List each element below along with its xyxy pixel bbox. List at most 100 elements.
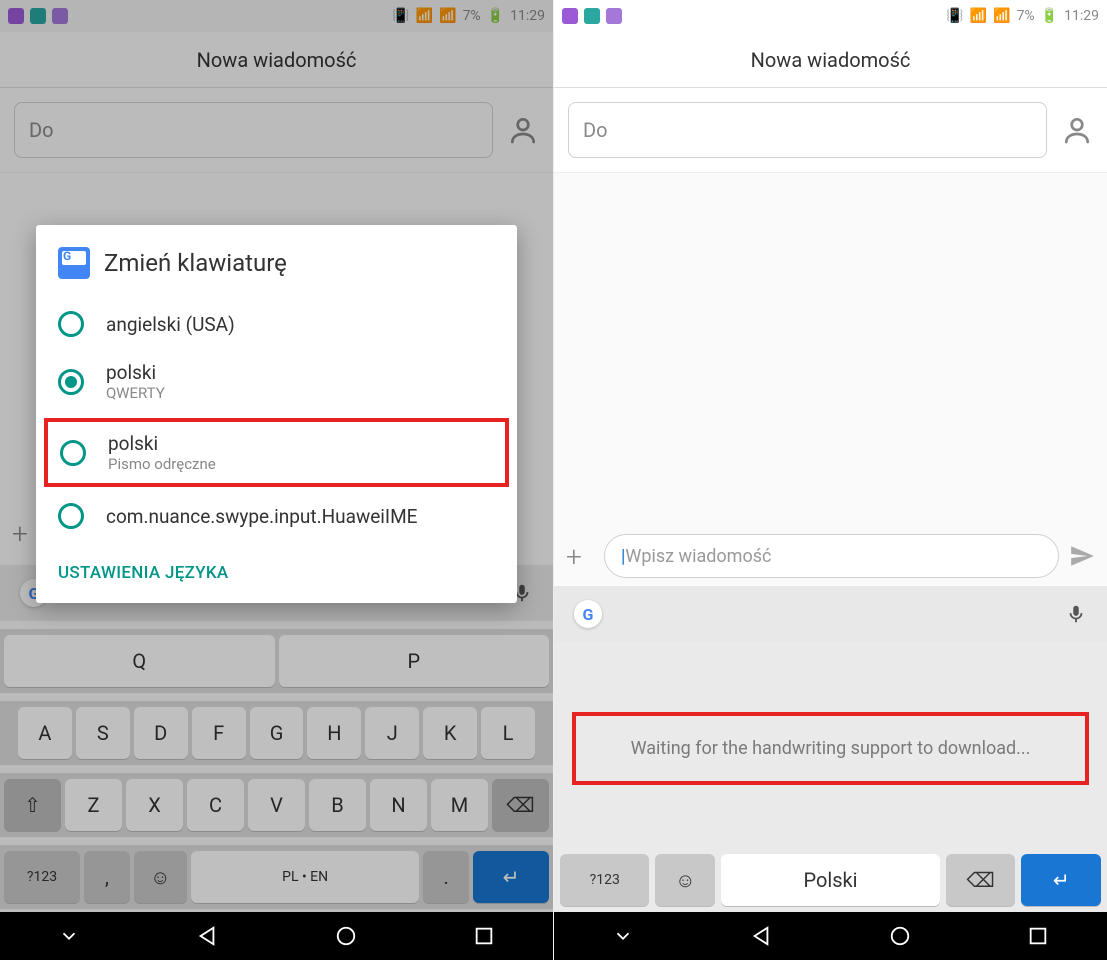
space-key[interactable]: PL • EN <box>191 851 419 903</box>
home-icon[interactable] <box>889 925 911 947</box>
wifi-icon: 📶 <box>970 8 987 24</box>
enter-key[interactable]: ↵ <box>473 851 549 903</box>
send-icon[interactable] <box>1069 543 1095 569</box>
home-icon[interactable] <box>335 925 357 947</box>
clock-text: 11:29 <box>1064 8 1099 24</box>
key[interactable]: V <box>248 779 305 831</box>
page-title: Nowa wiadomość <box>554 32 1107 88</box>
vibrate-icon: 📳 <box>392 8 409 24</box>
keyboard-row-3: ⇧ Z X C V B N M ⌫ <box>0 773 553 837</box>
emoji-key[interactable]: ☺ <box>134 851 187 903</box>
notif-icon <box>30 8 46 24</box>
to-input[interactable]: Do <box>14 102 493 158</box>
keyboard-row-1: Q P <box>0 629 553 693</box>
key[interactable]: X <box>126 779 183 831</box>
radio-icon <box>60 440 86 466</box>
comma-key[interactable]: , <box>84 851 130 903</box>
notif-icon <box>606 8 622 24</box>
battery-text: 7% <box>1017 8 1035 24</box>
key[interactable]: D <box>134 707 188 759</box>
contacts-icon[interactable] <box>1061 114 1093 146</box>
to-input[interactable]: Do <box>568 102 1047 158</box>
battery-text: 7% <box>463 8 481 24</box>
dialog-title: Zmień klawiaturę <box>104 249 287 277</box>
keyboard-option-highlighted[interactable]: polski Pismo odręczne <box>44 418 509 487</box>
keyboard-option[interactable]: angielski (USA) <box>36 299 517 349</box>
key[interactable]: P <box>279 635 550 687</box>
status-bar: 📳 📶 📶 7% 🔋 11:29 <box>0 0 553 32</box>
key[interactable]: L <box>481 707 535 759</box>
key[interactable]: Z <box>65 779 122 831</box>
attach-icon[interactable]: + <box>566 540 594 573</box>
language-key[interactable]: Polski <box>721 854 940 906</box>
symbols-key[interactable]: ?123 <box>4 851 80 903</box>
notif-icon <box>8 8 24 24</box>
key[interactable]: M <box>431 779 488 831</box>
battery-icon: 🔋 <box>487 8 504 24</box>
radio-icon-selected <box>58 369 84 395</box>
language-settings-link[interactable]: USTAWIENIA JĘZYKA <box>58 563 495 583</box>
back-icon[interactable] <box>196 925 218 947</box>
back-icon[interactable] <box>750 925 772 947</box>
keyboard-row-2: A S D F G H J K L <box>0 701 553 765</box>
message-input[interactable]: |Wpisz wiadomość <box>604 534 1059 578</box>
option-label: polski <box>108 432 216 455</box>
key[interactable]: C <box>187 779 244 831</box>
radio-icon <box>58 503 84 529</box>
google-icon[interactable]: G <box>574 600 602 628</box>
hide-keyboard-icon[interactable] <box>58 925 80 947</box>
left-screenshot: 📳 📶 📶 7% 🔋 11:29 Nowa wiadomość Do + G Q… <box>0 0 554 960</box>
keyboard-row-4: ?123 , ☺ PL • EN . ↵ <box>0 845 553 909</box>
clock-text: 11:29 <box>510 8 545 24</box>
to-row: Do <box>554 88 1107 173</box>
vibrate-icon: 📳 <box>946 8 963 24</box>
wifi-icon: 📶 <box>416 8 433 24</box>
hide-keyboard-icon[interactable] <box>612 925 634 947</box>
backspace-key[interactable]: ⌫ <box>946 854 1016 906</box>
recents-icon[interactable] <box>473 925 495 947</box>
key[interactable]: J <box>365 707 419 759</box>
key[interactable]: A <box>18 707 72 759</box>
key[interactable]: G <box>250 707 304 759</box>
keyboard-background: + G Q P A S D F G H J K L ⇧ Z X C V B N <box>0 565 553 909</box>
option-label: angielski (USA) <box>106 313 235 336</box>
nav-bar <box>0 912 553 960</box>
battery-icon: 🔋 <box>1041 8 1058 24</box>
symbols-key[interactable]: ?123 <box>560 854 649 906</box>
notif-icon <box>584 8 600 24</box>
option-label: com.nuance.swype.input.HuaweiIME <box>106 505 417 528</box>
shift-key[interactable]: ⇧ <box>4 779 61 831</box>
right-screenshot: 📳 📶 📶 7% 🔋 11:29 Nowa wiadomość Do + |Wp… <box>554 0 1107 960</box>
keyboard-option[interactable]: com.nuance.swype.input.HuaweiIME <box>36 491 517 541</box>
notif-icon <box>562 8 578 24</box>
keyboard-option[interactable]: polski QWERTY <box>36 349 517 414</box>
notif-icon <box>52 8 68 24</box>
backspace-key[interactable]: ⌫ <box>492 779 549 831</box>
gboard-icon: G <box>58 247 90 279</box>
option-label: polski <box>106 361 165 384</box>
mic-icon[interactable] <box>1065 603 1087 625</box>
gboard-bar: G <box>554 586 1107 642</box>
key[interactable]: K <box>423 707 477 759</box>
nav-bar <box>554 912 1107 960</box>
radio-icon <box>58 311 84 337</box>
enter-key[interactable]: ↵ <box>1021 854 1101 906</box>
contacts-icon[interactable] <box>507 114 539 146</box>
option-sublabel: QWERTY <box>106 384 165 402</box>
signal-icon: 📶 <box>993 8 1010 24</box>
keyboard-switcher-dialog: G Zmień klawiaturę angielski (USA) polsk… <box>36 225 517 603</box>
key[interactable]: S <box>76 707 130 759</box>
key[interactable]: B <box>309 779 366 831</box>
recents-icon[interactable] <box>1027 925 1049 947</box>
emoji-key[interactable]: ☺ <box>655 854 715 906</box>
to-row: Do <box>0 88 553 173</box>
key[interactable]: N <box>370 779 427 831</box>
downloading-message: Waiting for the handwriting support to d… <box>572 712 1089 785</box>
option-sublabel: Pismo odręczne <box>108 455 216 473</box>
signal-icon: 📶 <box>439 8 456 24</box>
compose-row: + |Wpisz wiadomość <box>554 528 1107 584</box>
key[interactable]: H <box>307 707 361 759</box>
dot-key[interactable]: . <box>423 851 469 903</box>
key[interactable]: Q <box>4 635 275 687</box>
key[interactable]: F <box>192 707 246 759</box>
